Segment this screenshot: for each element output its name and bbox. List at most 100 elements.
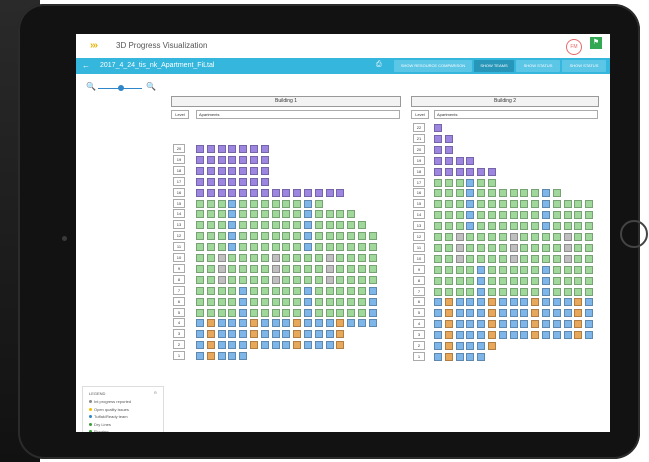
apartment-unit[interactable] (434, 134, 442, 143)
apartment-unit[interactable] (217, 210, 226, 219)
apartment-unit[interactable] (488, 254, 496, 263)
apartment-unit[interactable] (444, 298, 453, 307)
apartment-unit[interactable] (196, 308, 204, 317)
show-resource-comparison-button[interactable]: SHOW RESOURCE COMPARISON (394, 60, 472, 72)
apartment-unit[interactable] (552, 254, 561, 263)
apartment-unit[interactable] (444, 265, 453, 274)
apartment-unit[interactable] (314, 254, 323, 262)
apartment-unit[interactable] (293, 264, 302, 273)
apartment-unit[interactable] (314, 232, 323, 241)
zoom-in-icon[interactable]: 🔍 (146, 82, 156, 91)
apartment-unit[interactable] (347, 319, 356, 328)
apartment-unit[interactable] (217, 297, 226, 306)
apartment-unit[interactable] (228, 341, 237, 350)
apartment-unit[interactable] (455, 156, 464, 165)
apartment-unit[interactable] (585, 331, 594, 340)
apartment-unit[interactable] (455, 287, 464, 296)
apartment-unit[interactable] (585, 287, 594, 296)
apartment-unit[interactable] (477, 211, 486, 220)
apartment-unit[interactable] (336, 341, 345, 350)
apartment-unit[interactable] (542, 233, 550, 241)
apartment-unit[interactable] (434, 243, 442, 252)
apartment-unit[interactable] (434, 309, 442, 318)
apartment-unit[interactable] (282, 297, 291, 306)
apartment-unit[interactable] (293, 188, 302, 197)
apartment-unit[interactable] (304, 319, 312, 328)
apartment-unit[interactable] (260, 275, 269, 284)
apartment-unit[interactable] (196, 145, 204, 153)
apartment-unit[interactable] (206, 264, 215, 273)
apartment-unit[interactable] (531, 243, 540, 252)
apartment-unit[interactable] (293, 243, 302, 252)
apartment-unit[interactable] (347, 297, 356, 306)
apartment-unit[interactable] (293, 199, 302, 208)
apartment-unit[interactable] (520, 298, 529, 307)
apartment-unit[interactable] (217, 308, 226, 317)
apartment-unit[interactable] (552, 331, 561, 340)
apartment-unit[interactable] (217, 166, 226, 175)
apartment-unit[interactable] (563, 287, 572, 296)
apartment-unit[interactable] (552, 276, 561, 285)
apartment-unit[interactable] (282, 275, 291, 284)
apartment-unit[interactable] (585, 211, 594, 220)
apartment-unit[interactable] (239, 188, 248, 197)
apartment-unit[interactable] (509, 200, 518, 209)
apartment-unit[interactable] (196, 330, 204, 339)
apartment-unit[interactable] (531, 320, 540, 329)
apartment-unit[interactable] (206, 275, 215, 284)
apartment-unit[interactable] (498, 233, 507, 241)
apartment-unit[interactable] (574, 331, 583, 340)
apartment-unit[interactable] (509, 298, 518, 307)
apartment-unit[interactable] (314, 188, 323, 197)
apartment-unit[interactable] (368, 297, 377, 306)
apartment-unit[interactable] (260, 308, 269, 317)
apartment-unit[interactable] (206, 297, 215, 306)
apartment-unit[interactable] (271, 308, 280, 317)
notification-flag-icon[interactable]: ⚑ (590, 37, 602, 49)
apartment-unit[interactable] (455, 233, 464, 241)
apartment-unit[interactable] (196, 199, 204, 208)
apartment-unit[interactable] (282, 188, 291, 197)
apartment-unit[interactable] (358, 319, 366, 328)
apartment-unit[interactable] (336, 308, 345, 317)
show-teams-button[interactable]: SHOW TEAMS (474, 60, 514, 72)
apartment-unit[interactable] (314, 319, 323, 328)
apartment-unit[interactable] (293, 297, 302, 306)
apartment-unit[interactable] (325, 210, 334, 219)
apartment-unit[interactable] (271, 199, 280, 208)
apartment-unit[interactable] (304, 308, 312, 317)
apartment-unit[interactable] (196, 319, 204, 328)
apartment-unit[interactable] (282, 341, 291, 350)
apartment-unit[interactable] (314, 297, 323, 306)
apartment-unit[interactable] (358, 232, 366, 241)
apartment-unit[interactable] (531, 298, 540, 307)
apartment-unit[interactable] (455, 276, 464, 285)
apartment-unit[interactable] (585, 298, 594, 307)
apartment-unit[interactable] (531, 222, 540, 231)
apartment-unit[interactable] (250, 221, 258, 230)
apartment-unit[interactable] (282, 319, 291, 328)
apartment-unit[interactable] (347, 308, 356, 317)
apartment-unit[interactable] (498, 265, 507, 274)
zoom-out-icon[interactable]: 🔍 (86, 82, 96, 91)
zoom-control[interactable]: 🔍 🔍 (86, 82, 156, 94)
apartment-unit[interactable] (239, 275, 248, 284)
apartment-unit[interactable] (217, 155, 226, 164)
apartment-unit[interactable] (434, 331, 442, 340)
apartment-unit[interactable] (477, 276, 486, 285)
apartment-unit[interactable] (293, 275, 302, 284)
apartment-unit[interactable] (466, 276, 475, 285)
apartment-unit[interactable] (531, 276, 540, 285)
apartment-unit[interactable] (196, 254, 204, 262)
apartment-unit[interactable] (228, 199, 237, 208)
apartment-unit[interactable] (444, 156, 453, 165)
apartment-unit[interactable] (304, 232, 312, 241)
apartment-unit[interactable] (196, 275, 204, 284)
apartment-unit[interactable] (196, 155, 204, 164)
apartment-unit[interactable] (368, 308, 377, 317)
apartment-unit[interactable] (304, 243, 312, 252)
apartment-unit[interactable] (336, 210, 345, 219)
apartment-unit[interactable] (563, 222, 572, 231)
apartment-unit[interactable] (563, 309, 572, 318)
apartment-unit[interactable] (325, 341, 334, 350)
